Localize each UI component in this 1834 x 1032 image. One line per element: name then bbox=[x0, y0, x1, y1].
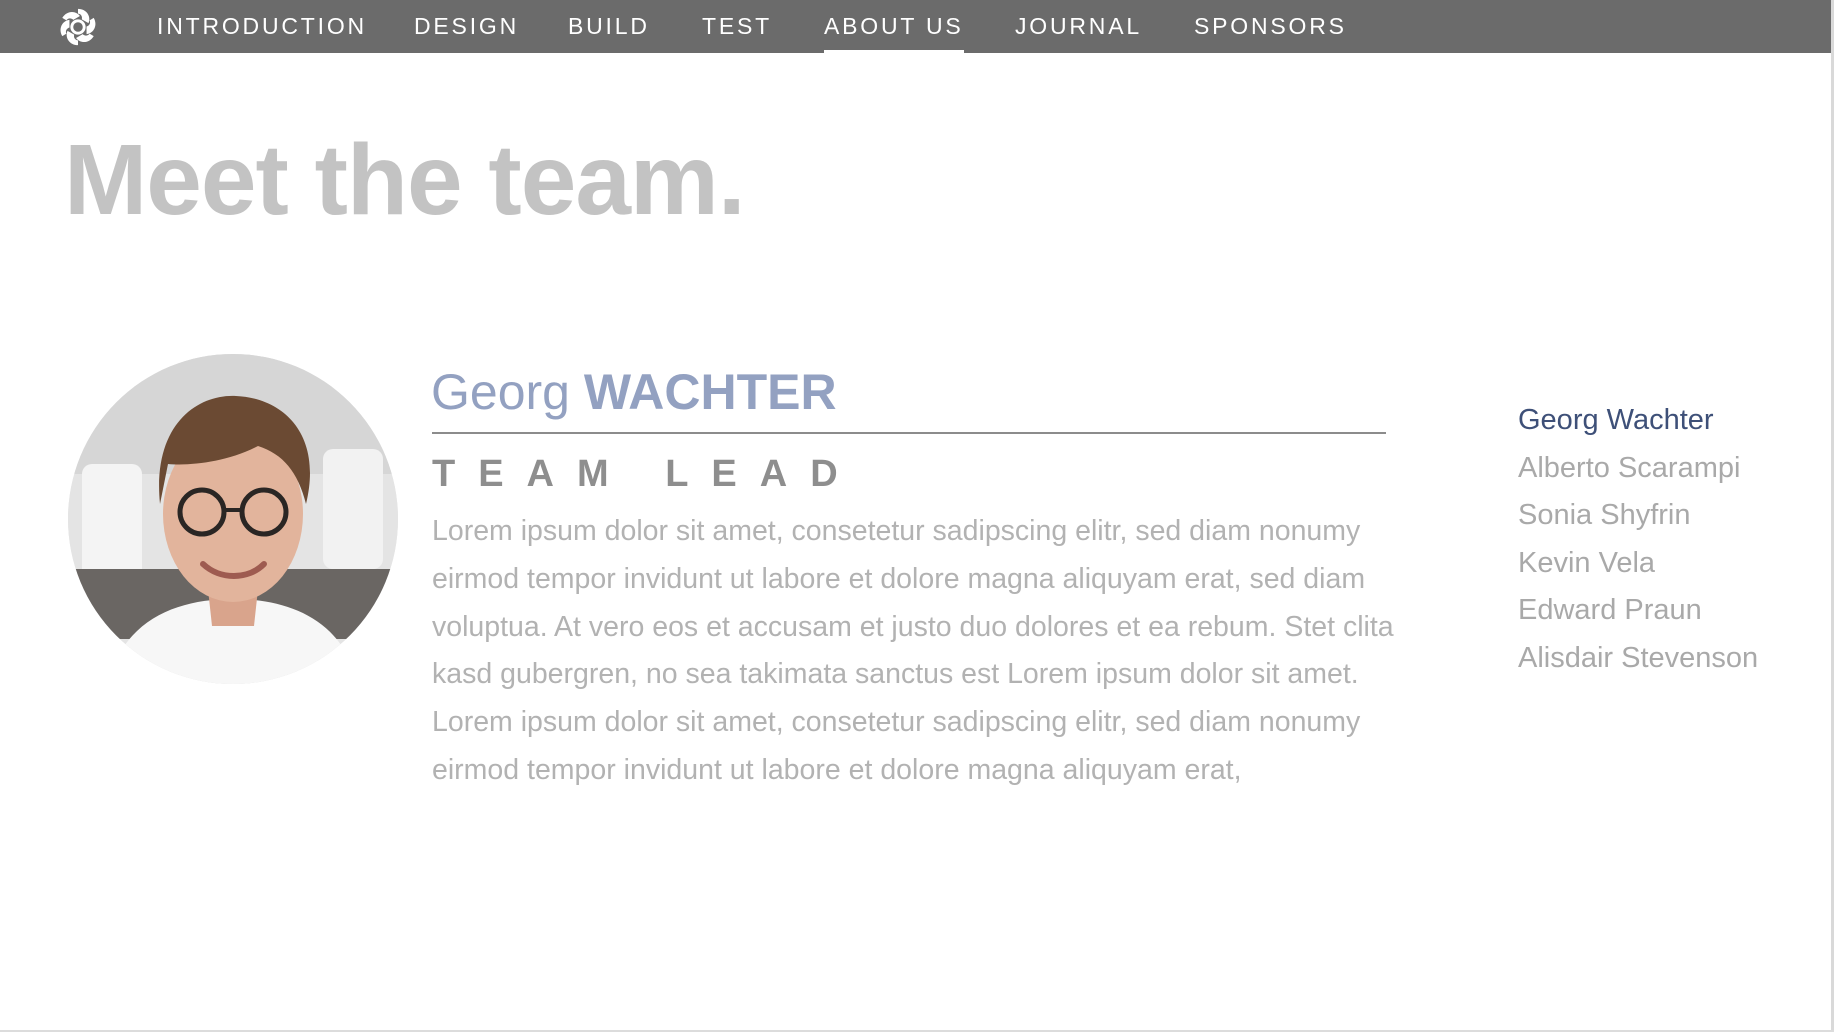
page-title: Meet the team. bbox=[64, 124, 746, 236]
nav-item-build[interactable]: BUILD bbox=[568, 0, 650, 53]
top-navbar: INTRODUCTION DESIGN BUILD TEST ABOUT US … bbox=[0, 0, 1834, 53]
nav-item-label: INTRODUCTION bbox=[157, 13, 367, 39]
nav-item-label: SPONSORS bbox=[1194, 13, 1347, 39]
team-member-edward-praun[interactable]: Edward Praun bbox=[1518, 587, 1758, 635]
nav-item-journal[interactable]: JOURNAL bbox=[1015, 0, 1142, 53]
nav-item-label: TEST bbox=[702, 13, 772, 39]
team-member-sonia-shyfrin[interactable]: Sonia Shyfrin bbox=[1518, 492, 1758, 540]
nav-item-label: ABOUT US bbox=[824, 13, 964, 39]
team-member-georg-wachter[interactable]: Georg Wachter bbox=[1518, 397, 1758, 445]
active-tab-underline bbox=[824, 50, 964, 53]
member-last-name: WACHTER bbox=[583, 364, 837, 420]
member-name: Georg WACHTER bbox=[431, 362, 837, 422]
name-divider bbox=[432, 432, 1386, 434]
member-role: TEAM LEAD bbox=[432, 453, 861, 495]
flower-logo-icon[interactable] bbox=[57, 6, 99, 48]
team-member-kevin-vela[interactable]: Kevin Vela bbox=[1518, 540, 1758, 588]
nav-item-label: BUILD bbox=[568, 13, 650, 39]
nav-item-label: JOURNAL bbox=[1015, 13, 1142, 39]
member-bio: Lorem ipsum dolor sit amet, consetetur s… bbox=[432, 515, 1394, 786]
team-member-list: Georg Wachter Alberto Scarampi Sonia Shy… bbox=[1518, 397, 1758, 683]
nav-item-sponsors[interactable]: SPONSORS bbox=[1194, 0, 1347, 53]
nav-item-label: DESIGN bbox=[414, 13, 519, 39]
nav-item-introduction[interactable]: INTRODUCTION bbox=[157, 0, 367, 53]
team-member-alisdair-stevenson[interactable]: Alisdair Stevenson bbox=[1518, 635, 1758, 683]
member-first-name: Georg bbox=[431, 364, 570, 420]
team-member-alberto-scarampi[interactable]: Alberto Scarampi bbox=[1518, 445, 1758, 493]
nav-item-test[interactable]: TEST bbox=[702, 0, 772, 53]
nav-item-about-us[interactable]: ABOUT US bbox=[824, 0, 964, 53]
nav-item-design[interactable]: DESIGN bbox=[414, 0, 519, 53]
profile-photo bbox=[68, 354, 398, 684]
